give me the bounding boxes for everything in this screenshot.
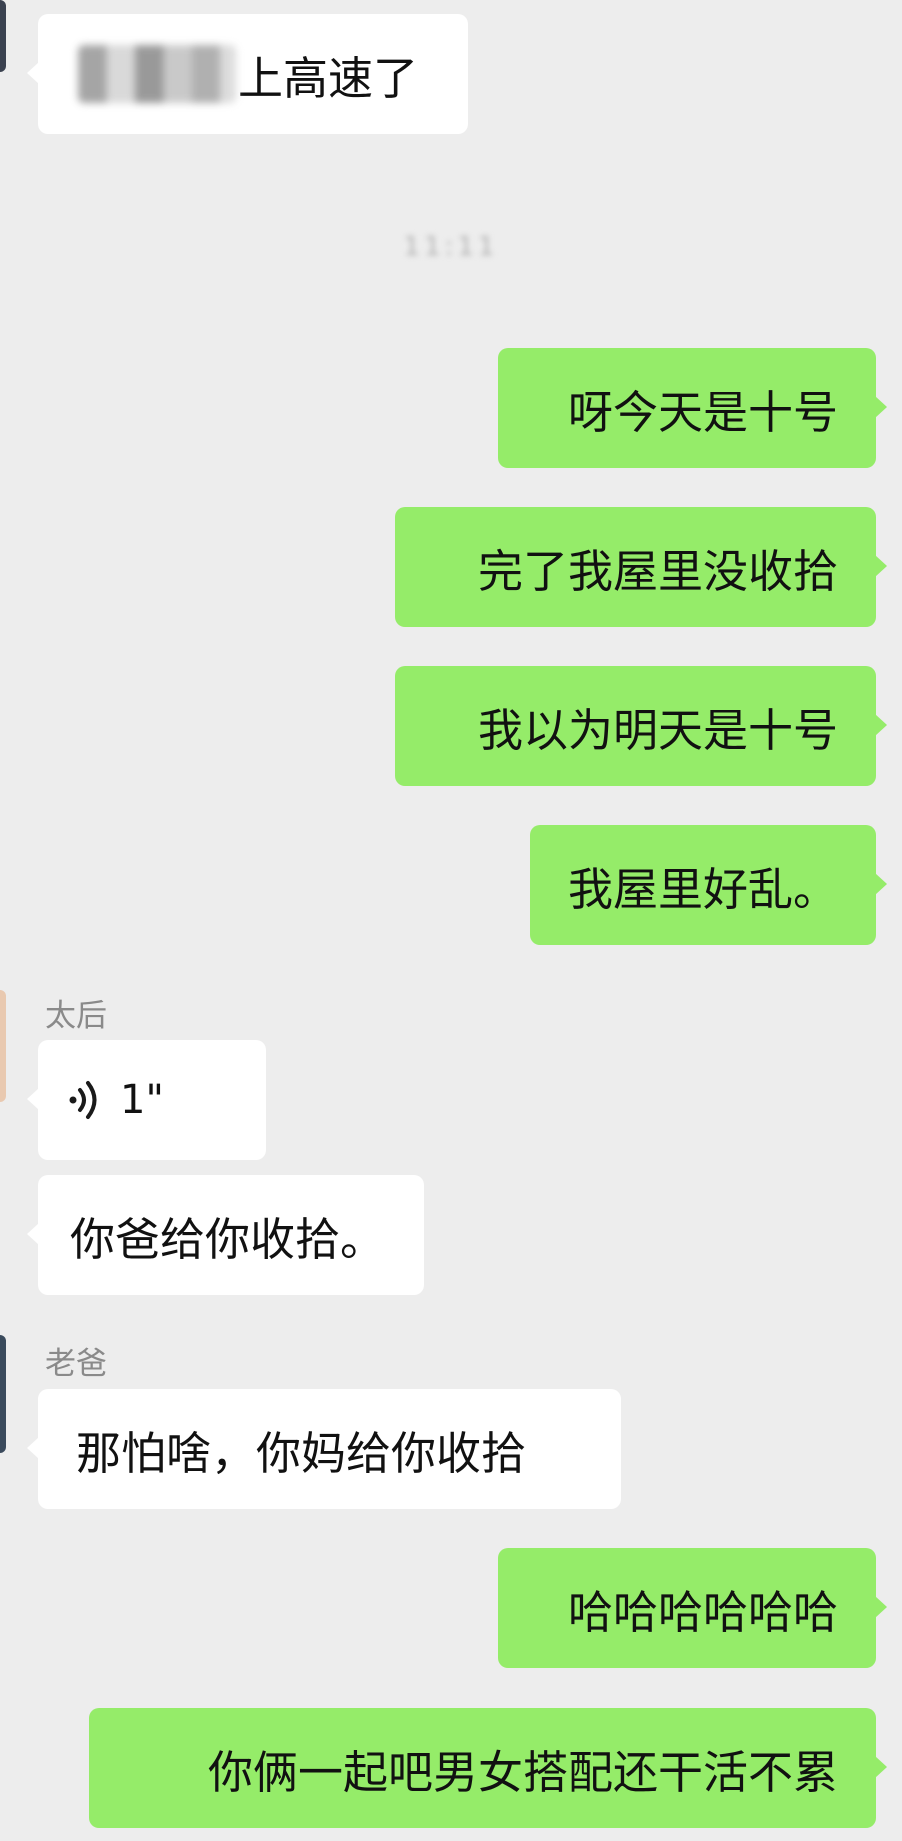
message-text: 上高速了 bbox=[238, 51, 419, 105]
message-text: 你俩一起吧男女搭配还干活不累 bbox=[207, 1745, 838, 1799]
message-text: 哈哈哈哈哈哈 bbox=[567, 1585, 838, 1639]
message-text: 我屋里好乱。 bbox=[567, 862, 838, 916]
message-text: 呀今天是十号 bbox=[567, 385, 838, 439]
message-outgoing-thought-tomorrow[interactable]: 我以为明天是十号 bbox=[395, 666, 887, 786]
sender-name-taihou: 太后 bbox=[45, 998, 107, 1034]
message-text: 我以为明天是十号 bbox=[477, 703, 838, 757]
voice-message-bubble[interactable]: 1" bbox=[27, 1040, 266, 1160]
message-outgoing-laughing[interactable]: 哈哈哈哈哈哈 bbox=[498, 1548, 887, 1668]
message-text: 你爸给你收拾。 bbox=[70, 1212, 386, 1266]
voice-duration: 1" bbox=[120, 1077, 164, 1123]
timestamp-label: 11:11 bbox=[403, 232, 499, 262]
message-outgoing-together[interactable]: 你俩一起吧男女搭配还干活不累 bbox=[89, 1708, 887, 1828]
message-incoming-dad-tidy[interactable]: 你爸给你收拾。 bbox=[27, 1175, 424, 1295]
message-text: 完了我屋里没收拾 bbox=[477, 544, 838, 598]
avatar-edge-laoba[interactable] bbox=[0, 1335, 6, 1453]
message-outgoing-room-messy[interactable]: 我屋里好乱。 bbox=[530, 825, 887, 945]
avatar-edge-taihou[interactable] bbox=[0, 990, 6, 1102]
message-text: 那怕啥，你妈给你收拾 bbox=[76, 1426, 527, 1480]
redacted-name bbox=[78, 45, 236, 103]
message-outgoing-today-tenth[interactable]: 呀今天是十号 bbox=[498, 348, 887, 468]
sender-name-laoba: 老爸 bbox=[45, 1346, 107, 1382]
voice-wave-icon bbox=[69, 1081, 97, 1119]
message-incoming-mom-tidy[interactable]: 那怕啥，你妈给你收拾 bbox=[27, 1389, 621, 1509]
avatar-edge-first[interactable] bbox=[0, 0, 6, 72]
message-outgoing-room-untidy[interactable]: 完了我屋里没收拾 bbox=[395, 507, 887, 627]
message-incoming-highway[interactable]: 上高速了 bbox=[27, 14, 468, 134]
